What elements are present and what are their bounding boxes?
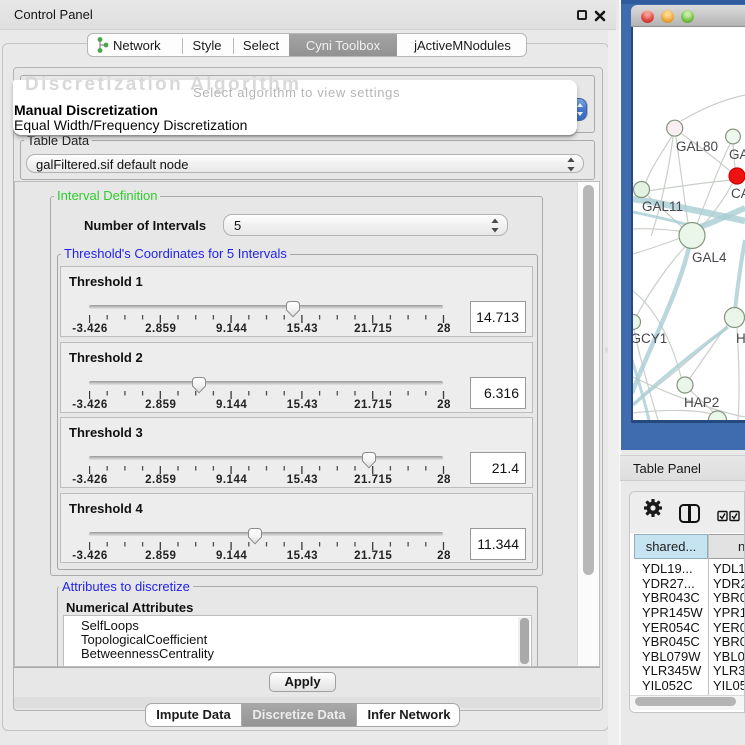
svg-text:GAL11: GAL11	[642, 199, 683, 214]
svg-text:HA: HA	[736, 331, 745, 346]
svg-text:GAL80: GAL80	[676, 139, 718, 154]
svg-text:CA: CA	[731, 186, 745, 201]
svg-text:GCY1: GCY1	[633, 331, 667, 346]
svg-text:HAP2: HAP2	[684, 395, 719, 410]
svg-text:GA: GA	[729, 147, 745, 162]
svg-text:GAL4: GAL4	[692, 250, 727, 265]
